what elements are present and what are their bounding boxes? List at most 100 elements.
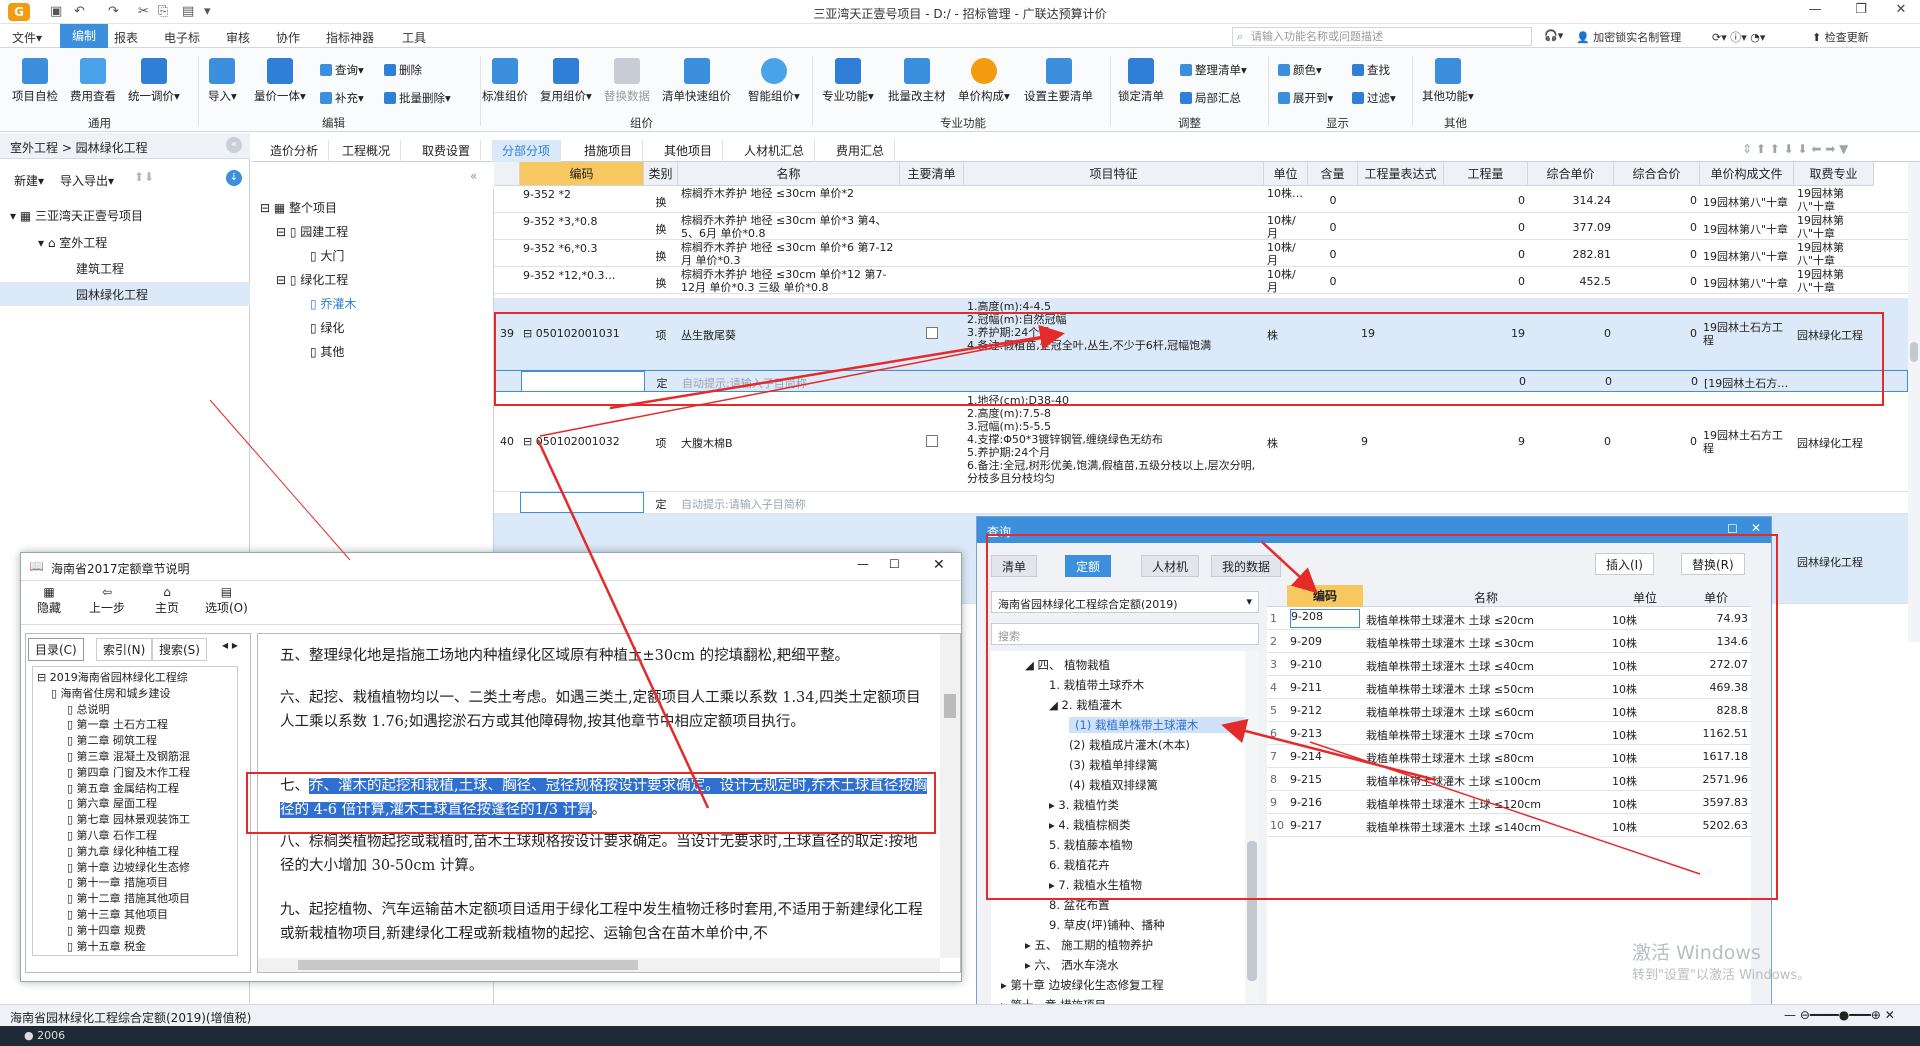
standard-price-button[interactable]: 标准组价 — [482, 58, 528, 104]
help-tree-item[interactable]: ▯ 第九章 绿化种植工程 — [67, 843, 179, 859]
help-tree-item[interactable]: ⊟ 2019海南省园林绿化工程综 — [37, 669, 188, 685]
table-row[interactable]: 定 自动提示:请输入子目简称 — [494, 492, 1908, 514]
help-tree-item[interactable]: ▯ 第十三章 其他项目 — [67, 906, 168, 922]
col-expr[interactable]: 工程量表达式 — [1358, 162, 1444, 186]
import-button[interactable]: 导入▾ — [208, 58, 237, 104]
menu-edit[interactable]: 编制 — [60, 24, 109, 48]
pro-function-button[interactable]: 专业功能▾ — [822, 58, 874, 104]
help-tree-item[interactable]: ▯ 总说明 — [67, 701, 110, 717]
row-move-icons[interactable]: ⇕ ⬆ ⬆ ⬇ ⬇ ⬅ ➡ ▼ — [1742, 142, 1848, 156]
col-category[interactable]: 类别 — [644, 162, 678, 186]
col-content[interactable]: 含量 — [1308, 162, 1358, 186]
minimize-icon[interactable]: — — [1800, 2, 1830, 22]
help-tree-item[interactable]: ▯ 第三章 混凝土及钢筋混 — [67, 748, 190, 764]
check-update-link[interactable]: ⬆ 检查更新 — [1812, 29, 1869, 45]
quota-tree-item[interactable]: ▸ 五、 施工期的植物养护 — [1025, 937, 1153, 953]
table-row[interactable]: 40 ⊟ 050102001032 项 大腹木棉B 1.地径(cm):D38-40 2.高… — [494, 392, 1908, 492]
tab-fee-summary[interactable]: 费用汇总 — [826, 140, 896, 162]
organize-list-button[interactable]: 整理清单▾ — [1180, 62, 1247, 78]
import-export-button[interactable]: 导入导出▾ — [60, 172, 114, 189]
menu-etender[interactable]: 电子标 — [160, 29, 204, 46]
tab-division[interactable]: 分部分项 — [492, 140, 562, 162]
help-tree-item[interactable]: ▯ 第十一章 措施项目 — [67, 874, 168, 890]
replace-data-button[interactable]: 替换数据 — [604, 58, 650, 104]
tab-others[interactable]: 其他项目 — [654, 140, 724, 162]
tree-outdoor[interactable]: ▾ ⌂ 室外工程 — [38, 234, 107, 251]
col-total[interactable]: 综合合价 — [1614, 162, 1700, 186]
tree-building[interactable]: 建筑工程 — [76, 260, 124, 277]
help-tree-item[interactable]: ▯ 第八章 石作工程 — [67, 827, 157, 843]
col-prof[interactable]: 取费专业 — [1794, 162, 1874, 186]
help-tree-item[interactable]: ▯ 第一章 土石方工程 — [67, 716, 168, 732]
fee-view-button[interactable]: 费用查看 — [70, 58, 116, 104]
delete-button[interactable]: 删除 — [384, 62, 422, 78]
dlg1-maximize-icon[interactable]: ☐ — [889, 557, 900, 571]
col-qty[interactable]: 工程量 — [1444, 162, 1528, 186]
tab-cost-analysis[interactable]: 造价分析 — [260, 140, 330, 162]
lock-manage-link[interactable]: 👤 加密锁实名制管理 — [1576, 29, 1681, 45]
query-button[interactable]: 查询▾ — [320, 62, 364, 78]
dlg1-vscroll[interactable] — [940, 634, 960, 958]
dlg2-close-icon[interactable]: ✕ — [1751, 521, 1761, 535]
tree2-gate[interactable]: ▯ 大门 — [310, 247, 344, 264]
help-tree-item[interactable]: ▯ 第十二章 措施其他项目 — [67, 890, 190, 906]
menu-collab[interactable]: 协作 — [272, 29, 304, 46]
help-tree-item[interactable]: ▯ 第十四章 规费 — [67, 922, 146, 938]
tree2-whole[interactable]: ⊟ ▦ 整个项目 — [260, 199, 337, 216]
function-search-input[interactable]: ⌕ 请输入功能名称或问题描述 — [1232, 27, 1532, 46]
download-icon[interactable]: ↓ — [226, 170, 242, 186]
dlg1-close-icon[interactable]: ✕ — [933, 557, 945, 573]
taskbar-item[interactable]: ● 2006 — [24, 1029, 65, 1042]
tab-fee-setting[interactable]: 取费设置 — [412, 140, 482, 162]
table-row[interactable]: 9-352 *12,*0.3… 换 棕榈乔木养护 地径 ≤30cm 单价*12 第7… — [494, 267, 1908, 294]
find-button[interactable]: 查找 — [1352, 62, 1390, 78]
sub-code-input[interactable] — [520, 492, 644, 513]
partial-summary-button[interactable]: 局部汇总 — [1180, 90, 1241, 106]
smart-price-button[interactable]: 智能组价▾ — [748, 58, 800, 104]
menu-tools[interactable]: 工具 — [398, 29, 430, 46]
supplement-button[interactable]: 补充▾ — [320, 90, 364, 106]
dlg1-minimize-icon[interactable]: — — [857, 557, 869, 571]
help-tree-item[interactable]: ▯ 第四章 门窗及木作工程 — [67, 764, 190, 780]
menu-audit[interactable]: 审核 — [222, 29, 254, 46]
options-button[interactable]: ▤ 选项(O) — [205, 585, 248, 616]
quota-tree-item[interactable]: 9. 草皮(坪)铺种、播种 — [1049, 917, 1165, 933]
unify-price-button[interactable]: 统一调价▾ — [128, 58, 180, 104]
menu-indicator[interactable]: 指标神器 — [322, 29, 378, 46]
tab-scroll-icon[interactable]: ◂ ▸ — [222, 638, 238, 652]
price-build-button[interactable]: 单价构成▾ — [958, 58, 1010, 104]
col-price[interactable]: 综合单价 — [1528, 162, 1614, 186]
help-tree-item[interactable]: ▯ 第六章 屋面工程 — [67, 795, 157, 811]
lock-list-button[interactable]: 锁定清单 — [1118, 58, 1164, 104]
tree2-other[interactable]: ▯ 其他 — [310, 343, 344, 360]
table-row[interactable]: 9-352 *3,*0.8 换 棕榈乔木养护 地径 ≤30cm 单价*3 第4、5、… — [494, 213, 1908, 240]
col-name[interactable]: 名称 — [678, 162, 900, 186]
help-tree-item[interactable]: ▯ 第二章 砌筑工程 — [67, 732, 157, 748]
close-icon[interactable]: ✕ — [1886, 2, 1916, 22]
batch-delete-button[interactable]: 批量删除▾ — [384, 90, 451, 106]
help-tree-item[interactable]: ▯ 第十章 边坡绿化生态修 — [67, 859, 190, 875]
help-tree-item[interactable]: ▯ 第五章 金属结构工程 — [67, 780, 179, 796]
expand-to-button[interactable]: 展开到▾ — [1278, 90, 1333, 106]
hide-button[interactable]: ▦ 隐藏 — [37, 585, 61, 616]
collapse-icon[interactable]: « — [226, 137, 242, 153]
help-tree-item[interactable]: ▯ 第十五章 税金 — [67, 938, 146, 954]
batch-material-button[interactable]: 批量改主材 — [888, 58, 946, 104]
headset-icon[interactable]: 🎧▾ — [1544, 29, 1563, 42]
help-icons[interactable]: ⟳▾ ⓘ▾ ◔▾ — [1712, 29, 1765, 45]
tab-contents[interactable]: 目录(C) — [28, 638, 84, 661]
menu-report[interactable]: 报表 — [110, 29, 142, 46]
tab-measures[interactable]: 措施项目 — [574, 140, 644, 162]
tree2-greening[interactable]: ⊟ ▯ 绿化工程 — [276, 271, 348, 288]
quick-price-button[interactable]: 清单快速组价 — [662, 58, 731, 104]
tab-search[interactable]: 搜索(S) — [152, 638, 207, 661]
main-list-button[interactable]: 设置主要清单 — [1024, 58, 1093, 104]
col-features[interactable]: 项目特征 — [964, 162, 1264, 186]
home-button[interactable]: ⌂ 主页 — [155, 585, 179, 616]
tab-labor-material[interactable]: 人材机汇总 — [734, 140, 816, 162]
grid-scrollbar[interactable] — [1908, 162, 1920, 642]
tree-project[interactable]: ▾ ▦ 三亚湾天正壹号项目 — [10, 207, 143, 224]
col-file[interactable]: 单价构成文件 — [1700, 162, 1794, 186]
tree2-green[interactable]: ▯ 绿化 — [310, 319, 344, 336]
reuse-price-button[interactable]: 复用组价▾ — [540, 58, 592, 104]
